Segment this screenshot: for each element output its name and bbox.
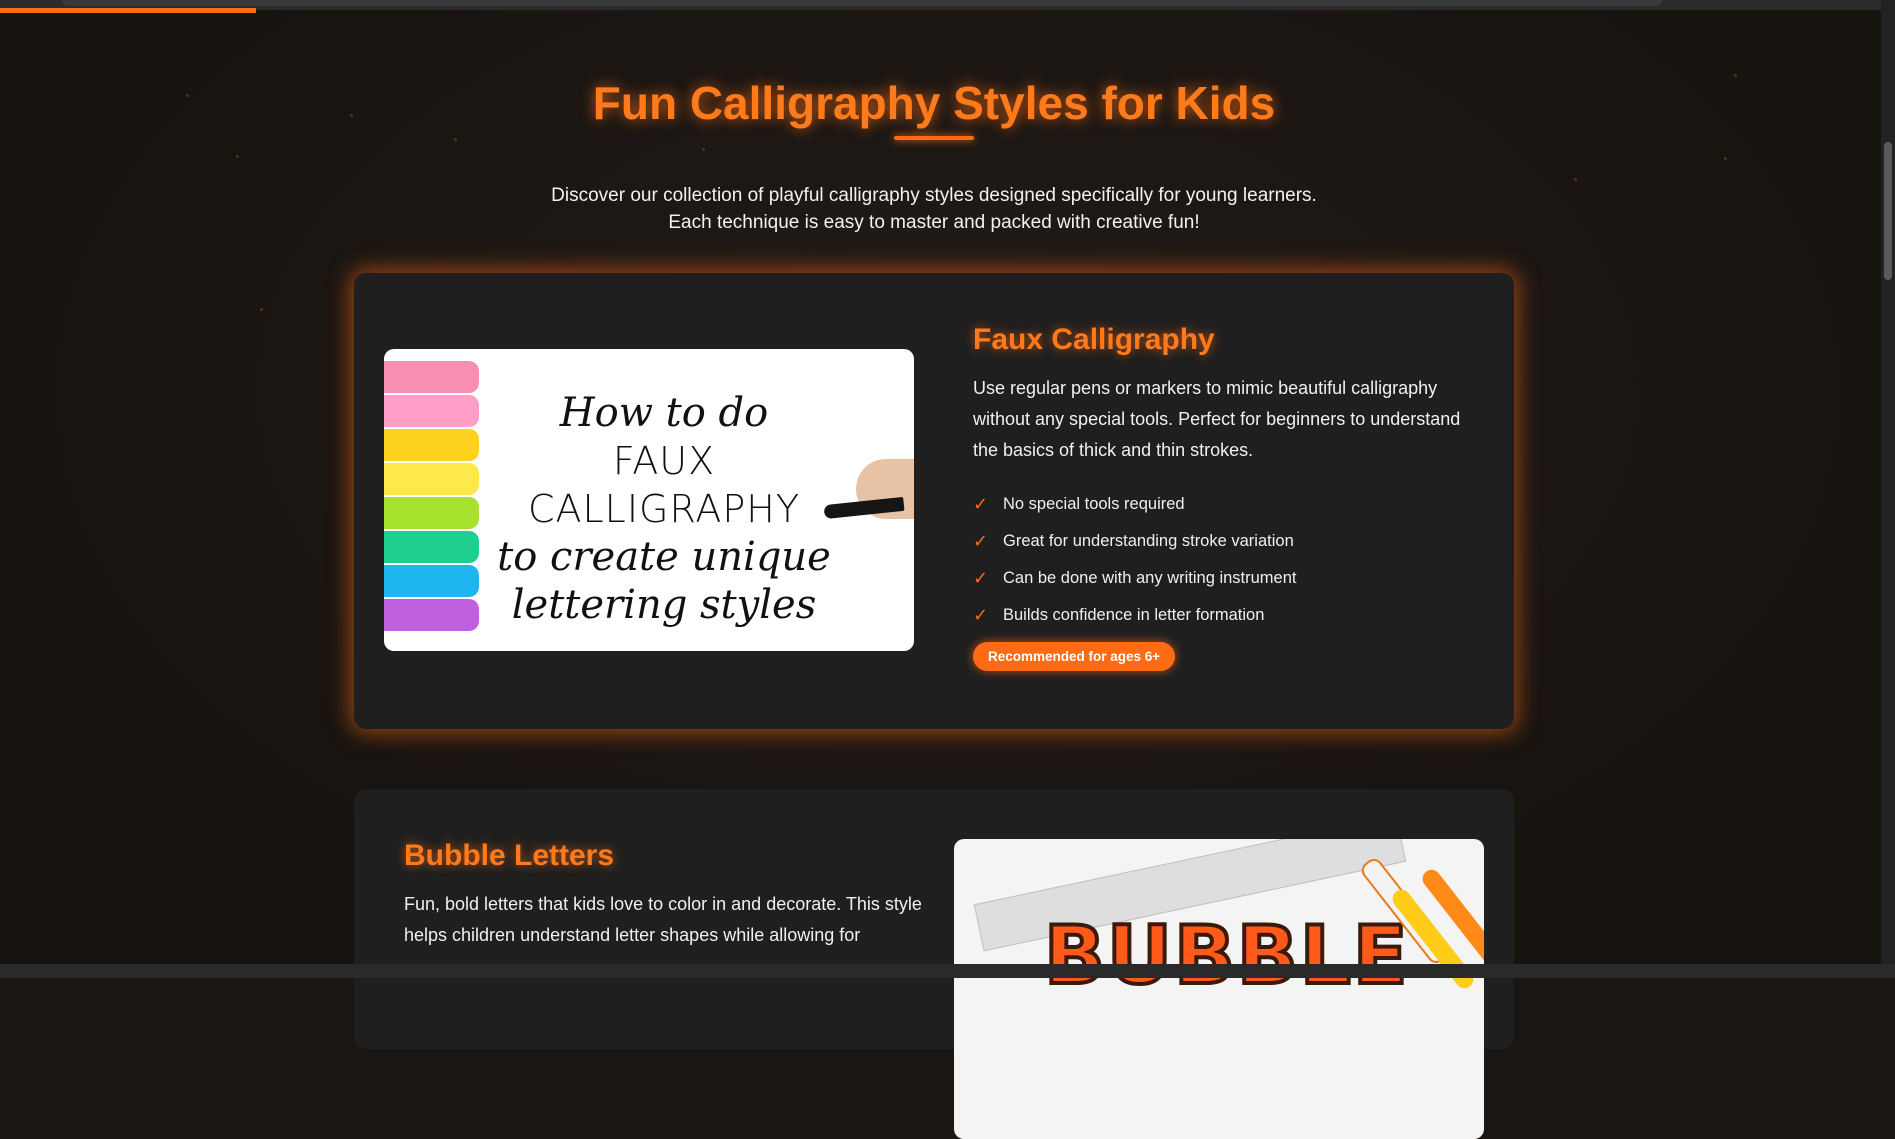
style-card-bubble-letters: Bubble Letters Fun, bold letters that ki…: [354, 789, 1514, 1139]
browser-top-strip: [0, 0, 1895, 10]
feature-list: ✓ No special tools required ✓ Great for un…: [973, 486, 1483, 634]
feature-item: ✓ Great for understanding stroke variatio…: [973, 523, 1483, 560]
bubble-letters-image: BUBBLE: [954, 839, 1484, 1139]
marker-yellow: [384, 429, 479, 461]
faux-calligraphy-lettering: How to do FAUX CALLIGRAPHY to create uni…: [494, 389, 834, 629]
feature-item: ✓ Can be done with any writing instrument: [973, 560, 1483, 597]
section-intro: Discover our collection of playful calli…: [0, 182, 1868, 236]
marker-light-pink: [384, 395, 479, 427]
page-scrollbar[interactable]: [1881, 0, 1895, 964]
section-title: Fun Calligraphy Styles for Kids: [592, 77, 1276, 129]
taskbar-edge: [0, 964, 1895, 978]
feature-text: Builds confidence in letter formation: [1003, 606, 1265, 624]
feature-text: Great for understanding stroke variation: [1003, 532, 1294, 550]
ember-dot: [260, 308, 263, 311]
style-description: Use regular pens or markers to mimic bea…: [973, 378, 1461, 460]
marker-purple: [384, 599, 479, 631]
address-bar-edge[interactable]: [62, 0, 1662, 6]
bubble-word: BUBBLE: [1042, 907, 1410, 1004]
age-badge: Recommended for ages 6+: [973, 642, 1176, 671]
ember-dot: [1574, 178, 1577, 181]
faux-calligraphy-image: How to do FAUX CALLIGRAPHY to create uni…: [384, 349, 914, 651]
feature-text: Can be done with any writing instrument: [1003, 569, 1297, 587]
intro-line-2: Each technique is easy to master and pac…: [668, 212, 1200, 233]
marker-cyan: [384, 565, 479, 597]
ember-dot: [702, 148, 705, 151]
style-heading: Bubble Letters: [404, 839, 615, 872]
check-icon: ✓: [973, 605, 989, 625]
lettering-line-4: lettering styles: [511, 582, 817, 628]
faux-calligraphy-content: Faux Calligraphy Use regular pens or mar…: [973, 323, 1483, 671]
marker-green: [384, 497, 479, 529]
bubble-letters-content: Bubble Letters Fun, bold letters that ki…: [404, 839, 924, 951]
feature-text: No special tools required: [1003, 495, 1185, 513]
marker-lemon: [384, 463, 479, 495]
scrollbar-thumb[interactable]: [1884, 142, 1892, 280]
style-description: Fun, bold letters that kids love to colo…: [404, 894, 922, 945]
check-icon: ✓: [973, 531, 989, 551]
marker-teal: [384, 531, 479, 563]
style-card-faux-calligraphy: How to do FAUX CALLIGRAPHY to create uni…: [354, 273, 1514, 729]
lettering-line-2: FAUX CALLIGRAPHY: [527, 439, 801, 531]
bubble-letters-artwork: BUBBLE: [954, 839, 1484, 1139]
check-icon: ✓: [973, 568, 989, 588]
scroll-progress-bar: [0, 8, 256, 13]
feature-item: ✓ Builds confidence in letter formation: [973, 597, 1483, 634]
intro-line-1: Discover our collection of playful calli…: [551, 185, 1317, 206]
title-underline: [894, 136, 974, 140]
style-heading: Faux Calligraphy: [973, 323, 1215, 356]
lettering-line-3: to create unique: [497, 534, 831, 580]
feature-item: ✓ No special tools required: [973, 486, 1483, 523]
ember-dot: [236, 155, 239, 158]
check-icon: ✓: [973, 494, 989, 514]
ember-dot: [1724, 157, 1727, 160]
marker-pink: [384, 361, 479, 393]
ember-dot: [454, 138, 457, 141]
lettering-line-1: How to do: [559, 390, 769, 436]
